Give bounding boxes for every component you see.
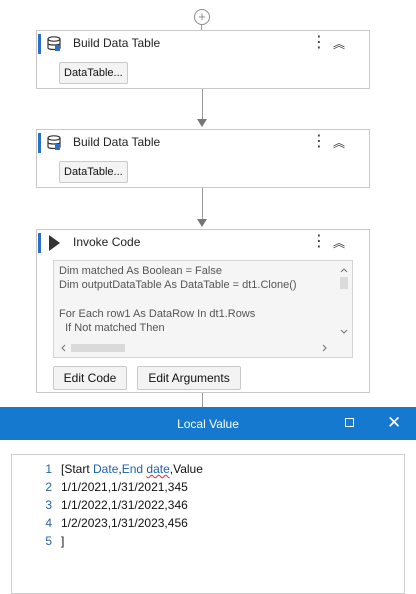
code-line: Dim matched As Boolean = False [59,265,222,277]
maximize-icon[interactable] [345,418,354,427]
line-number: 4 [45,516,52,530]
build-data-table-activity-2[interactable]: Build Data Table ⋮ ︽ DataTable... [36,129,370,188]
invoke-code-activity[interactable]: Invoke Code ⋮ ︽ Dim matched As Boolean =… [36,229,370,393]
datatable-button[interactable]: DataTable... [59,161,128,183]
activity-title: Build Data Table [73,135,161,149]
line-number: 1 [45,462,52,476]
line-text: Date [93,462,119,476]
connector-arrow-icon [197,119,207,127]
collapse-icon[interactable]: ︽ [331,134,345,151]
close-icon[interactable]: ✕ [387,413,401,433]
edit-code-button[interactable]: Edit Code [53,366,127,390]
build-data-table-activity-1[interactable]: Build Data Table ⋮ ︽ DataTable... [36,30,370,89]
connector-line [202,89,203,120]
more-options-icon[interactable]: ⋮ [311,234,327,250]
activity-accent-bar [38,233,41,253]
activity-accent-bar [38,34,41,54]
line-number: 5 [45,534,52,548]
datatable-button[interactable]: DataTable... [59,62,128,84]
activity-header: Invoke Code ⋮ ︽ [37,230,369,256]
code-preview[interactable]: Dim matched As Boolean = False Dim outpu… [53,260,353,358]
connector-line [202,393,203,407]
connector-arrow-icon [197,219,207,227]
horizontal-scrollbar[interactable] [56,341,336,355]
activity-title: Build Data Table [73,36,161,50]
database-icon [47,135,61,150]
code-line: Dim outputDataTable As DataTable = dt1.C… [59,279,297,291]
play-icon [49,235,60,251]
vertical-scrollbar[interactable] [338,263,350,341]
more-options-icon[interactable]: ⋮ [311,35,327,51]
more-options-icon[interactable]: ⋮ [311,134,327,150]
database-icon [47,36,61,51]
editor-line[interactable]: 1/1/2022,1/31/2022,346 [61,498,188,512]
code-line: For Each row1 As DataRow In dt1.Rows [59,308,256,320]
collapse-icon[interactable]: ︽ [331,234,345,251]
line-text: [Start [61,462,94,476]
editor-line[interactable]: 1/1/2021,1/31/2021,345 [61,480,188,494]
add-activity-icon[interactable]: + [194,9,210,25]
line-number: 3 [45,498,52,512]
activity-title: Invoke Code [73,235,141,249]
activity-header: Build Data Table ⋮ ︽ [37,31,369,57]
activity-accent-bar [38,133,41,153]
editor-line[interactable]: 1/2/2023,1/31/2023,456 [61,516,188,530]
code-line: If Not matched Then [59,322,165,334]
value-editor[interactable]: 1 [Start Date,End date,Value 2 1/1/2021,… [11,454,405,594]
connector-line [202,188,203,220]
line-text: ,Value [169,462,203,476]
activity-header: Build Data Table ⋮ ︽ [37,130,369,156]
line-text: date [146,462,170,476]
editor-line[interactable]: ] [61,534,64,548]
collapse-icon[interactable]: ︽ [331,35,345,52]
dialog-titlebar[interactable]: Local Value ✕ [0,407,416,440]
line-text: End [121,462,147,476]
editor-line[interactable]: [Start Date,End date,Value [61,462,203,476]
line-number: 2 [45,480,52,494]
edit-arguments-button[interactable]: Edit Arguments [137,366,241,390]
